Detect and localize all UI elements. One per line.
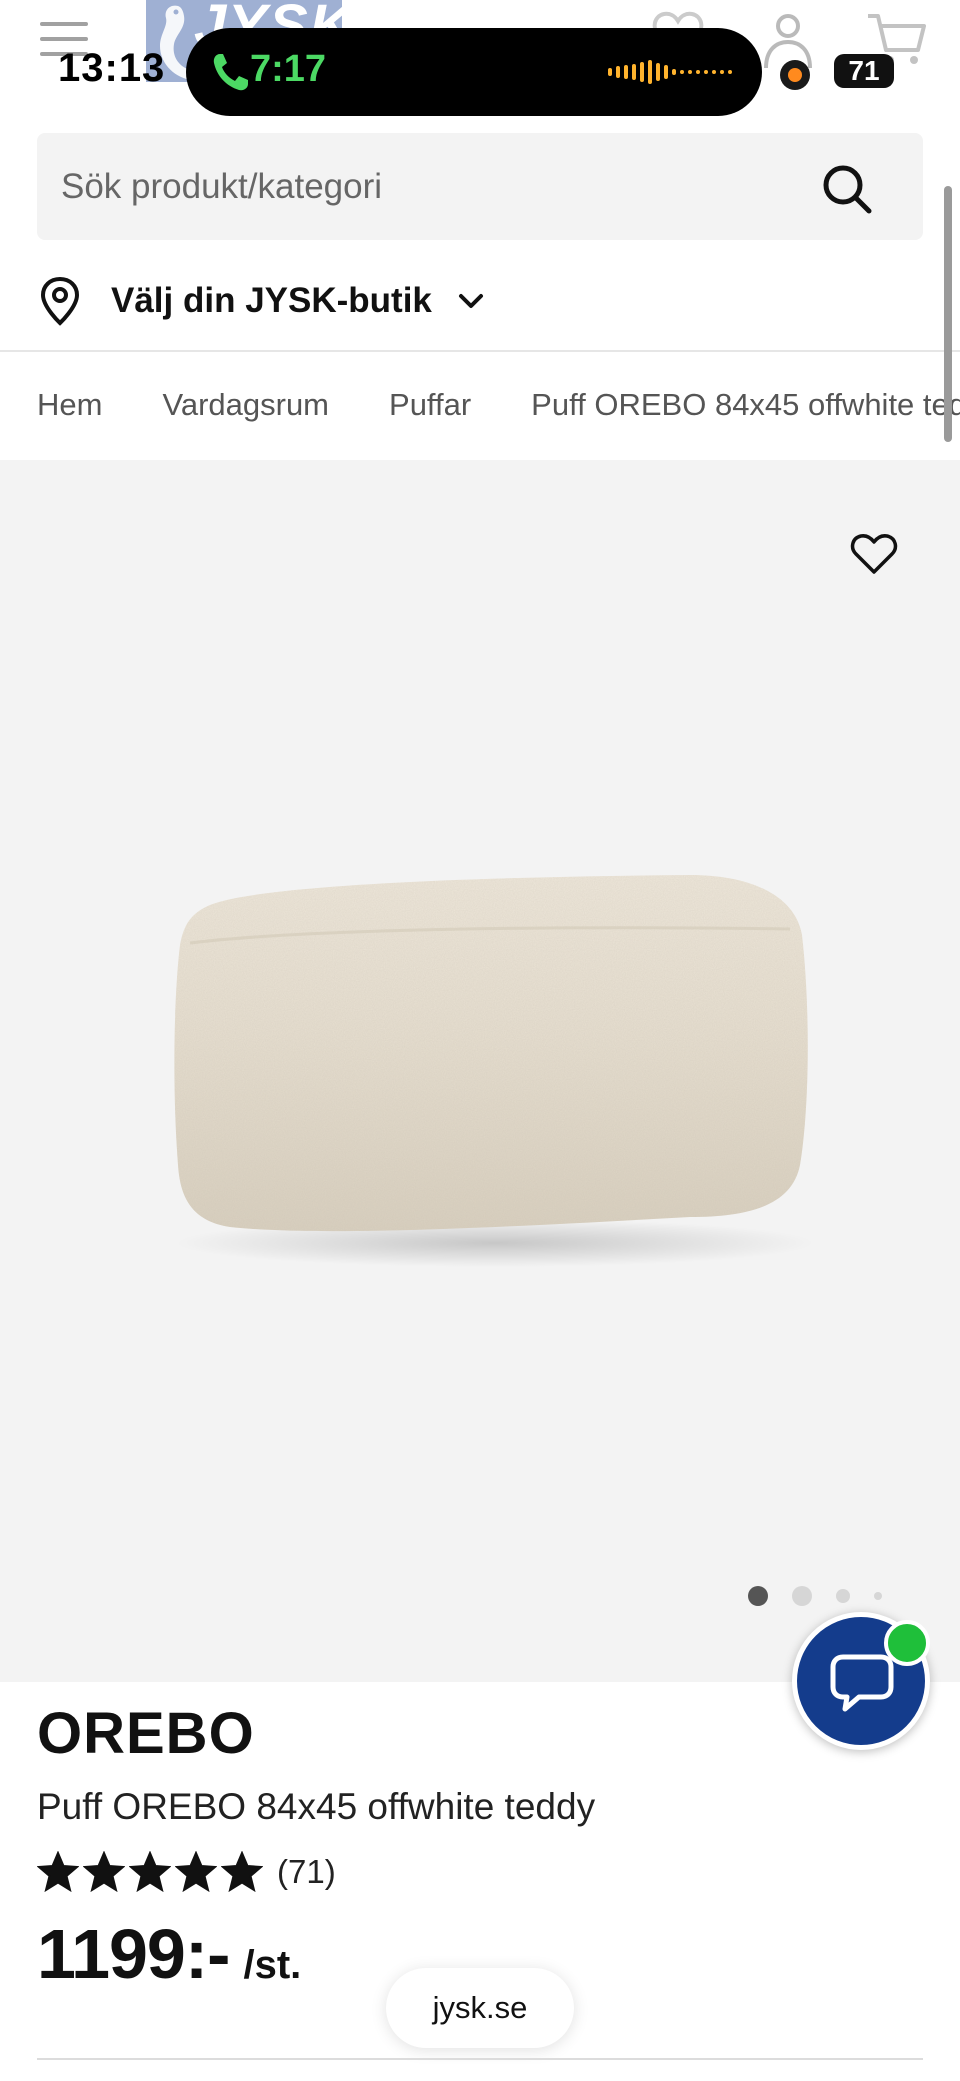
star-icon [83, 1851, 125, 1893]
dynamic-island-call[interactable]: 7:17 [186, 28, 762, 116]
search-icon[interactable] [821, 163, 873, 215]
audio-waveform-icon [608, 60, 732, 84]
breadcrumb: Hem Vardagsrum Puffar Puff OREBO 84x45 o… [37, 380, 960, 430]
scrollbar[interactable] [944, 186, 952, 442]
pagination-dot[interactable] [874, 1592, 882, 1600]
divider [0, 350, 960, 352]
pagination-dot[interactable] [836, 1589, 850, 1603]
store-selector-label: Välj din JYSK-butik [111, 281, 432, 320]
breadcrumb-puffar[interactable]: Puffar [389, 387, 471, 423]
favorite-heart-icon[interactable] [850, 532, 898, 576]
status-time: 13:13 [58, 46, 166, 90]
chat-bubble-icon [830, 1654, 894, 1712]
location-pin-icon [40, 276, 80, 326]
star-icon [175, 1851, 217, 1893]
call-duration: 7:17 [250, 48, 327, 90]
store-selector[interactable]: Välj din JYSK-butik [37, 270, 488, 332]
pagination-dot[interactable] [792, 1586, 812, 1606]
product-gallery[interactable] [0, 460, 960, 1682]
star-icon [129, 1851, 171, 1893]
product-title: Puff OREBO 84x45 offwhite teddy [37, 1786, 596, 1827]
product-image-pouf [174, 875, 815, 1267]
rating-stars [37, 1851, 263, 1893]
product-rating[interactable]: (71) [37, 1842, 336, 1902]
phone-icon [213, 54, 248, 91]
cart-count-badge: 71 [834, 54, 894, 88]
price-amount: 1199:- [37, 1915, 230, 1993]
online-status-dot [884, 1620, 930, 1666]
product-brand: OREBO [37, 1701, 255, 1766]
chevron-down-icon [458, 294, 483, 308]
breadcrumb-home[interactable]: Hem [37, 387, 102, 423]
browser-url-bar[interactable]: jysk.se [386, 1968, 574, 2048]
price-unit: /st. [243, 1943, 302, 1987]
pagination-dot-active[interactable] [748, 1586, 768, 1606]
gallery-pagination[interactable] [748, 1586, 882, 1606]
divider [37, 2058, 923, 2060]
search-bar [37, 133, 923, 240]
recording-indicator-icon [780, 60, 810, 90]
breadcrumb-current: Puff OREBO 84x45 offwhite teddy [531, 387, 960, 422]
star-icon [37, 1851, 79, 1893]
search-input[interactable] [61, 133, 821, 240]
header: JYSK 13:13 7:17 71 [0, 0, 960, 120]
product-price: 1199:- /st. [37, 1914, 301, 1994]
star-icon [221, 1851, 263, 1893]
breadcrumb-vardagsrum[interactable]: Vardagsrum [162, 387, 329, 423]
review-count[interactable]: (71) [277, 1853, 336, 1891]
